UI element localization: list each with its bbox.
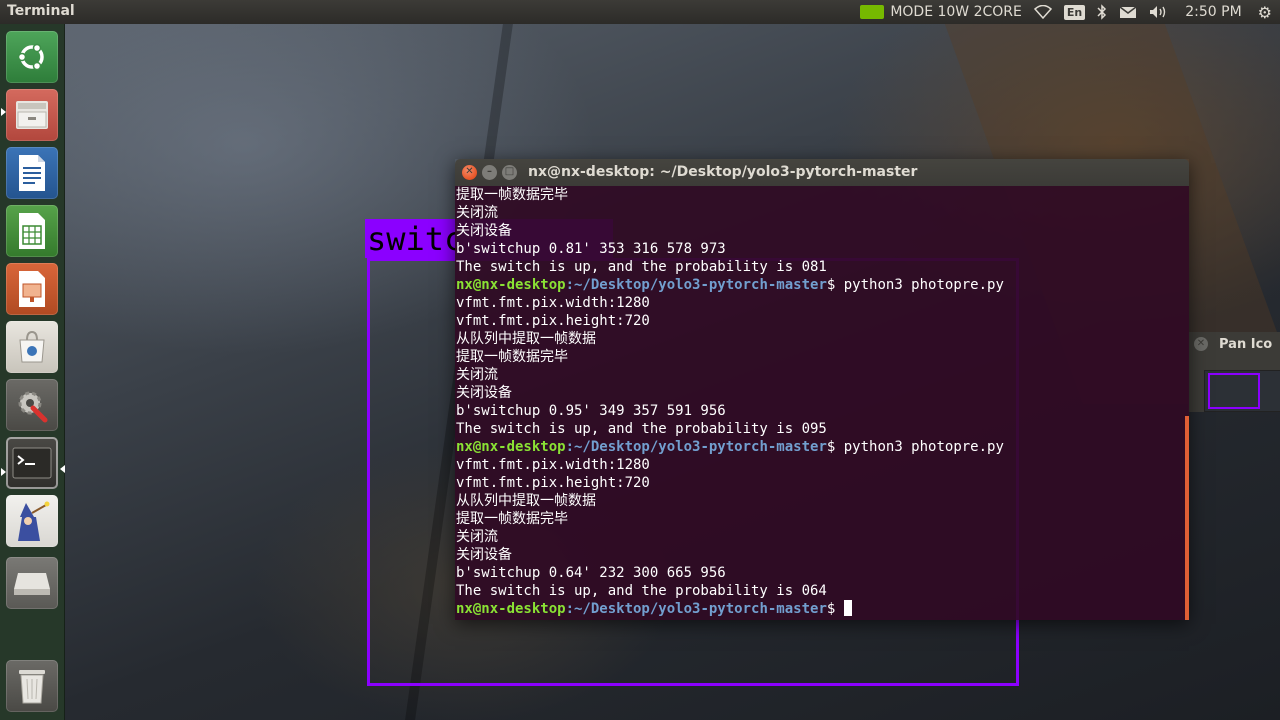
trash-icon [6,660,58,712]
terminal-output-line: vfmt.fmt.pix.height:720 [456,313,650,329]
terminal-output: 提取一帧数据完毕 关闭流 关闭设备 b'switchup 0.81' 353 316 … [456,186,1176,618]
terminal-output-line: 关闭设备 [456,547,512,563]
terminal-button[interactable] [6,437,58,489]
mail-icon[interactable] [1119,5,1137,19]
terminal-output-line: 提取一帧数据完毕 [456,187,568,203]
terminal-output-line: vfmt.fmt.pix.width:1280 [456,295,650,311]
focused-indicator [60,465,65,473]
terminal-output-line: The switch is up, and the probability is… [456,583,827,599]
terminal-output-line: vfmt.fmt.pix.height:720 [456,475,650,491]
close-button[interactable]: ✕ [462,165,477,180]
terminal-output-line: 从队列中提取一帧数据 [456,493,596,509]
minimize-button[interactable]: – [482,165,497,180]
terminal-title: nx@nx-desktop: ~/Desktop/yolo3-pytorch-m… [528,164,918,180]
terminal-output-line: 从队列中提取一帧数据 [456,331,596,347]
command-text [835,601,843,617]
launcher [0,24,65,720]
software-center-button[interactable] [6,321,58,373]
side-window[interactable]: ✕ Pan Ico [1188,332,1280,412]
active-app-title: Terminal [7,3,75,19]
drive-button[interactable] [6,557,58,609]
writer-document-icon [6,147,58,199]
shopping-bag-icon [6,321,58,373]
volume-icon[interactable] [1149,5,1169,19]
text-cursor [843,600,852,616]
terminal-prompt-line: nx@nx-desktop:~/Desktop/yolo3-pytorch-ma… [456,276,1176,294]
wifi-icon[interactable] [1033,5,1052,19]
libreoffice-writer-button[interactable] [6,147,58,199]
terminal-output-line: The switch is up, and the probability is… [456,421,827,437]
clock[interactable]: 2:50 PM [1185,4,1241,20]
terminal-output-line: 关闭设备 [456,385,512,401]
trash-button[interactable] [6,660,58,712]
terminal-output-line: 提取一帧数据完毕 [456,511,568,527]
terminal-output-line: b'switchup 0.64' 232 300 665 956 [456,565,726,581]
keyboard-icon: En [1063,4,1086,20]
terminal-output-line: 关闭流 [456,205,498,221]
prompt-path: :~/Desktop/yolo3-pytorch-master [565,277,827,293]
impress-presentation-icon [6,263,58,315]
terminal-scrollbar[interactable] [1185,416,1189,620]
thumbnail-detection-box [1208,373,1260,409]
terminal-output-line: b'switchup 0.95' 349 357 591 956 [456,403,726,419]
drive-icon [6,557,58,609]
power-mode-label: MODE 10W 2CORE [890,4,1022,20]
terminal-window[interactable]: ✕ – □ nx@nx-desktop: ~/Desktop/yolo3-pyt… [455,159,1189,620]
wizard-icon [6,495,58,547]
terminal-body[interactable]: 提取一帧数据完毕 关闭流 关闭设备 b'switchup 0.81' 353 316 … [455,186,1189,620]
side-window-title: Pan Ico [1219,337,1273,352]
terminal-titlebar[interactable]: ✕ – □ nx@nx-desktop: ~/Desktop/yolo3-pyt… [455,159,1189,186]
terminal-output-line: 关闭设备 [456,223,512,239]
prompt-user: nx@nx-desktop [456,601,566,617]
terminal-output-line: 关闭流 [456,529,498,545]
top-panel: Terminal MODE 10W 2CORE En 2:50 PM ⚙ [0,0,1280,24]
files-button[interactable] [6,89,58,141]
keyboard-layout-indicator[interactable]: En [1063,4,1086,20]
terminal-prompt-line: nx@nx-desktop:~/Desktop/yolo3-pytorch-ma… [456,600,1176,618]
settings-gear-icon[interactable]: ⚙ [1258,3,1272,22]
wrench-gear-icon [6,379,58,431]
terminal-icon [6,437,58,489]
prompt-path: :~/Desktop/yolo3-pytorch-master [565,601,827,617]
libreoffice-calc-button[interactable] [6,205,58,257]
ubuntu-logo-icon [6,31,58,83]
terminal-output-line: vfmt.fmt.pix.width:1280 [456,457,650,473]
prompt-path: :~/Desktop/yolo3-pytorch-master [565,439,827,455]
terminal-prompt-line: nx@nx-desktop:~/Desktop/yolo3-pytorch-ma… [456,438,1176,456]
ubuntu-dash-button[interactable] [6,31,58,83]
power-mode-indicator[interactable]: MODE 10W 2CORE [860,4,1022,20]
file-cabinet-icon [6,89,58,141]
prompt-user: nx@nx-desktop [456,277,566,293]
terminal-output-line: 提取一帧数据完毕 [456,349,568,365]
maximize-button[interactable]: □ [502,165,517,180]
nvidia-icon [860,5,885,19]
bluetooth-icon[interactable] [1097,4,1107,20]
system-settings-button[interactable] [6,379,58,431]
libreoffice-impress-button[interactable] [6,263,58,315]
terminal-output-line: 关闭流 [456,367,498,383]
calc-spreadsheet-icon [6,205,58,257]
wizard-app-button[interactable] [6,495,58,547]
running-indicator [1,468,6,476]
terminal-output-line: b'switchup 0.81' 353 316 578 973 [456,241,726,257]
prompt-user: nx@nx-desktop [456,439,566,455]
close-icon[interactable]: ✕ [1194,337,1208,351]
command-text: python3 photopre.py [835,439,1004,455]
command-text: python3 photopre.py [835,277,1004,293]
system-tray: MODE 10W 2CORE En 2:50 PM ⚙ [860,0,1280,24]
terminal-output-line: The switch is up, and the probability is… [456,259,827,275]
